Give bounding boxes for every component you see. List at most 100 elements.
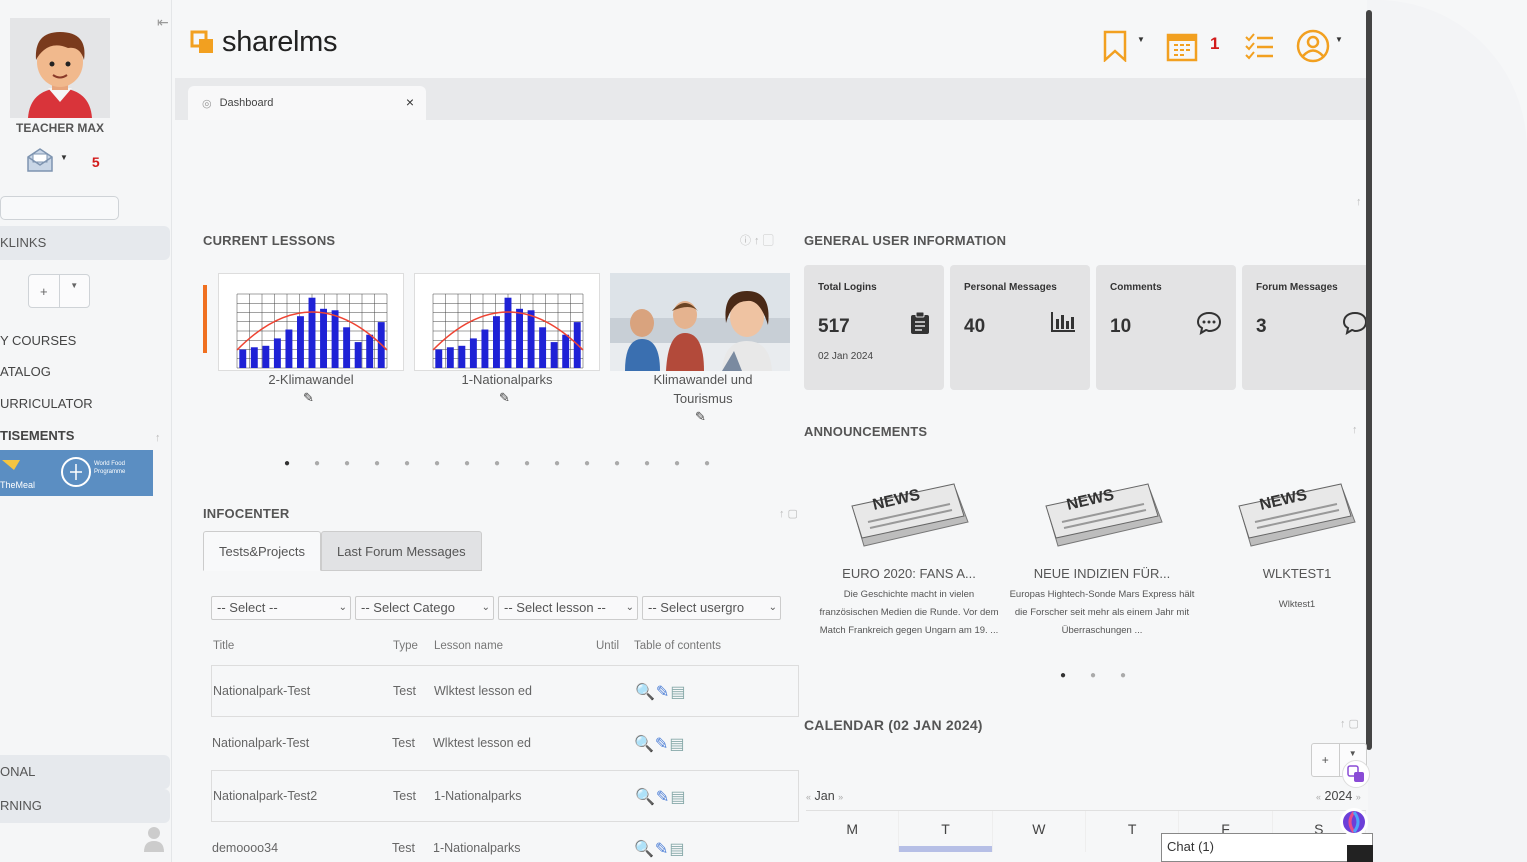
lesson-label[interactable]: Klimawandel und Tourismus: [610, 370, 796, 408]
next-year-icon[interactable]: »: [1356, 792, 1361, 802]
search-icon[interactable]: 🔍: [635, 787, 655, 807]
column-header[interactable]: Until: [596, 640, 619, 652]
collapse-sidebar-icon[interactable]: ⇤: [157, 14, 169, 31]
table-row[interactable]: demoooo34 Test 1-Nationalparks 🔍 ✎ ▤: [211, 823, 799, 862]
carousel-dot[interactable]: ●: [632, 458, 662, 469]
edit-icon[interactable]: ✎: [656, 682, 669, 702]
sort-icon[interactable]: ↑: [155, 432, 161, 444]
calendar-year-nav[interactable]: « 2024 »: [1316, 789, 1361, 803]
chevron-down-icon[interactable]: ▼: [1335, 35, 1343, 44]
newspaper-image[interactable]: NEWS: [1040, 472, 1165, 552]
next-month-icon[interactable]: »: [838, 792, 843, 802]
carousel-dot[interactable]: ●: [512, 458, 542, 469]
carousel-dot[interactable]: ●: [272, 458, 302, 469]
list-icon[interactable]: ▤: [670, 682, 685, 702]
chevron-down-icon[interactable]: ▼: [60, 153, 68, 162]
tab-last-forum-messages[interactable]: Last Forum Messages: [320, 531, 482, 571]
carousel-dot[interactable]: ●: [602, 458, 632, 469]
sidebar-add-button[interactable]: + ▼: [28, 274, 90, 308]
sidebar-item-catalog[interactable]: ATALOG: [0, 364, 51, 379]
announcement-title[interactable]: EURO 2020: FANS A...: [809, 566, 1009, 581]
edit-icon[interactable]: ✎: [655, 839, 668, 859]
translate-icon[interactable]: [1342, 760, 1370, 788]
announcement-title[interactable]: WLKTEST1: [1197, 566, 1397, 581]
prev-year-icon[interactable]: «: [1316, 792, 1321, 802]
mail-icon[interactable]: [26, 145, 54, 178]
sidebar-item-personal[interactable]: ONAL: [0, 755, 170, 789]
widget-controls-icon[interactable]: ⓘ ↑ ▢: [740, 232, 774, 248]
widget-controls-icon[interactable]: ↑ ▢: [1340, 717, 1359, 730]
edit-icon[interactable]: ✎: [303, 390, 314, 406]
user-settings-icon[interactable]: [144, 826, 164, 857]
avatar[interactable]: [10, 18, 110, 118]
select-lesson[interactable]: -- Select lesson -- ⌄: [498, 596, 638, 620]
list-icon[interactable]: ▤: [670, 787, 685, 807]
sidebar-search-input[interactable]: [0, 196, 119, 220]
user-profile-icon[interactable]: [1296, 29, 1330, 68]
search-icon[interactable]: 🔍: [635, 682, 655, 702]
search-icon[interactable]: 🔍: [634, 734, 654, 754]
column-header[interactable]: Title: [213, 640, 234, 652]
carousel-dot[interactable]: ●: [1108, 670, 1138, 681]
lesson-thumbnail[interactable]: [610, 273, 790, 371]
close-tab-button[interactable]: ×: [406, 94, 414, 110]
sidebar-item-my-courses[interactable]: Y COURSES: [0, 333, 76, 348]
ai-assistant-icon[interactable]: [1340, 808, 1368, 836]
app-logo[interactable]: sharelms: [190, 26, 338, 59]
widget-controls-icon[interactable]: ↑ ▢: [779, 507, 798, 520]
carousel-dot[interactable]: ●: [572, 458, 602, 469]
sidebar-item-links[interactable]: KLINKS: [0, 226, 170, 260]
carousel-dot[interactable]: ●: [542, 458, 572, 469]
carousel-dot[interactable]: ●: [1078, 670, 1108, 681]
list-icon[interactable]: ▤: [669, 734, 684, 754]
row-title[interactable]: demoooo34: [212, 841, 278, 855]
select-filter[interactable]: -- Select -- ⌄: [211, 596, 351, 620]
lesson-label[interactable]: 2-Klimawandel: [218, 370, 404, 389]
edit-icon[interactable]: ✎: [499, 390, 510, 406]
advertisement-banner[interactable]: TheMeal World Food Programme: [0, 450, 153, 496]
sidebar-item-learning[interactable]: RNING: [0, 789, 170, 823]
edit-icon[interactable]: ✎: [695, 409, 706, 425]
carousel-dot[interactable]: ●: [332, 458, 362, 469]
chevron-down-icon[interactable]: ▼: [1137, 35, 1145, 44]
carousel-dot[interactable]: ●: [422, 458, 452, 469]
scrollbar[interactable]: [1366, 10, 1372, 750]
carousel-dot[interactable]: ●: [482, 458, 512, 469]
chat-toggle[interactable]: [1347, 845, 1373, 862]
calendar-icon[interactable]: [1166, 30, 1198, 67]
bookmark-icon[interactable]: [1102, 30, 1128, 67]
carousel-dot[interactable]: ●: [662, 458, 692, 469]
announcement-title[interactable]: NEUE INDIZIEN FÜR...: [1002, 566, 1202, 581]
table-row[interactable]: Nationalpark-Test Test Wlktest lesson ed…: [211, 718, 799, 770]
search-icon[interactable]: 🔍: [634, 839, 654, 859]
edit-icon[interactable]: ✎: [655, 734, 668, 754]
select-category[interactable]: -- Select Catego ⌄: [355, 596, 494, 620]
column-header[interactable]: Table of contents: [634, 640, 721, 652]
carousel-dot[interactable]: ●: [452, 458, 482, 469]
carousel-dot[interactable]: ●: [692, 458, 722, 469]
lesson-thumbnail[interactable]: [218, 273, 404, 371]
newspaper-image[interactable]: NEWS: [1233, 472, 1358, 552]
tab-dashboard[interactable]: ◎ Dashboard ×: [188, 86, 426, 120]
row-title[interactable]: Nationalpark-Test: [212, 736, 309, 750]
column-header[interactable]: Type: [393, 640, 418, 652]
table-row[interactable]: Nationalpark-Test Test Wlktest lesson ed…: [211, 665, 799, 717]
sidebar-item-curriculator[interactable]: URRICULATOR: [0, 396, 93, 411]
sort-icon[interactable]: ↑: [1352, 424, 1358, 436]
tab-tests-projects[interactable]: Tests&Projects: [203, 531, 321, 571]
list-icon[interactable]: ▤: [669, 839, 684, 859]
task-list-icon[interactable]: [1244, 32, 1274, 65]
prev-month-icon[interactable]: «: [806, 792, 811, 802]
chat-widget[interactable]: Chat (1): [1161, 833, 1373, 862]
lesson-thumbnail[interactable]: [414, 273, 600, 371]
lesson-label[interactable]: 1-Nationalparks: [414, 370, 600, 389]
carousel-prev-indicator[interactable]: [203, 285, 207, 353]
edit-icon[interactable]: ✎: [656, 787, 669, 807]
row-title[interactable]: Nationalpark-Test2: [213, 789, 317, 803]
row-title[interactable]: Nationalpark-Test: [213, 684, 310, 698]
carousel-dot[interactable]: ●: [392, 458, 422, 469]
carousel-dot[interactable]: ●: [362, 458, 392, 469]
chevron-down-icon[interactable]: ▼: [58, 275, 90, 307]
sort-icon[interactable]: ↑: [1356, 196, 1362, 208]
carousel-dot[interactable]: ●: [1048, 670, 1078, 681]
